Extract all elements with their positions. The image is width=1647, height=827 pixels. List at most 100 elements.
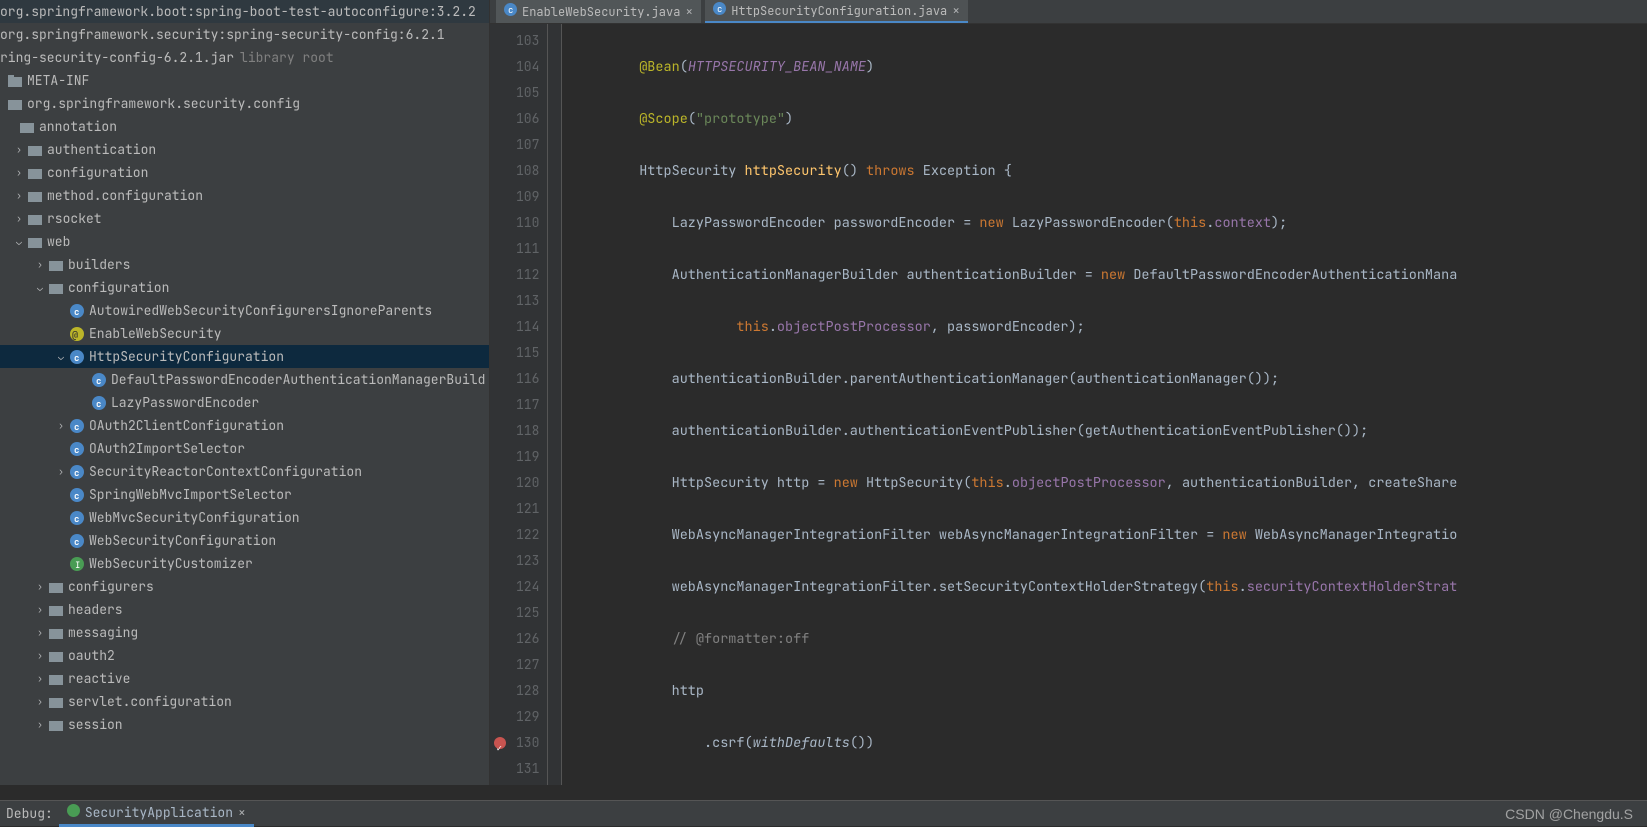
chevron-right-icon: › bbox=[12, 166, 26, 179]
line-number: 131 bbox=[516, 756, 539, 782]
line-number: 112 bbox=[516, 262, 539, 288]
lib-root-1[interactable]: org.springframework.boot:spring-boot-tes… bbox=[0, 0, 489, 23]
chevron-right-icon: › bbox=[33, 626, 47, 639]
class-httpsec[interactable]: ⌄ c HttpSecurityConfiguration bbox=[0, 345, 489, 368]
svg-text:c: c bbox=[74, 513, 79, 525]
class-reactor[interactable]: › c SecurityReactorContextConfiguration bbox=[0, 460, 489, 483]
folder-web-configuration[interactable]: ⌄ configuration bbox=[0, 276, 489, 299]
folder-icon bbox=[26, 236, 44, 248]
line-number: 120 bbox=[516, 470, 539, 496]
class-lazype[interactable]: c LazyPasswordEncoder bbox=[0, 391, 489, 414]
folder-metainf[interactable]: META-INF bbox=[0, 69, 489, 92]
class-oauth2c[interactable]: › c OAuth2ClientConfiguration bbox=[0, 414, 489, 437]
folder-configurers[interactable]: › configurers bbox=[0, 575, 489, 598]
svg-text:c: c bbox=[717, 3, 722, 15]
class-springmvc[interactable]: c SpringWebMvcImportSelector bbox=[0, 483, 489, 506]
chevron-right-icon: › bbox=[33, 695, 47, 708]
line-number: 117 bbox=[516, 392, 539, 418]
folder-servlet-conf[interactable]: › servlet.configuration bbox=[0, 690, 489, 713]
line-number: 115 bbox=[516, 340, 539, 366]
folder-messaging[interactable]: › messaging bbox=[0, 621, 489, 644]
folder-icon bbox=[18, 121, 36, 133]
folder-rsocket[interactable]: › rsocket bbox=[0, 207, 489, 230]
line-number: 128 bbox=[516, 678, 539, 704]
jar-root[interactable]: ring-security-config-6.2.1.jarlibrary ro… bbox=[0, 46, 489, 69]
breakpoint-icon[interactable] bbox=[494, 737, 506, 749]
chevron-right-icon: › bbox=[33, 718, 47, 731]
class-icon: c bbox=[68, 419, 86, 433]
svg-text:c: c bbox=[74, 306, 79, 318]
project-tree[interactable]: org.springframework.boot:spring-boot-tes… bbox=[0, 0, 490, 785]
folder-icon bbox=[47, 673, 65, 685]
svg-text:c: c bbox=[74, 467, 79, 479]
class-icon: c bbox=[504, 3, 517, 20]
folder-icon bbox=[47, 650, 65, 662]
tab-label: HttpSecurityConfiguration.java bbox=[731, 3, 947, 19]
folder-authentication[interactable]: › authentication bbox=[0, 138, 489, 161]
folder-method-conf[interactable]: › method.configuration bbox=[0, 184, 489, 207]
chevron-right-icon: › bbox=[12, 189, 26, 202]
folder-builders[interactable]: › builders bbox=[0, 253, 489, 276]
close-icon[interactable]: × bbox=[952, 2, 960, 19]
class-icon: c bbox=[68, 488, 86, 502]
debug-tab-securityapplication[interactable]: SecurityApplication × bbox=[59, 801, 254, 827]
class-icon: c bbox=[90, 396, 108, 410]
line-number: 106 bbox=[516, 106, 539, 132]
folder-reactive[interactable]: › reactive bbox=[0, 667, 489, 690]
folder-icon bbox=[26, 167, 44, 179]
class-websecc[interactable]: c WebSecurityConfiguration bbox=[0, 529, 489, 552]
class-webmvcc[interactable]: c WebMvcSecurityConfiguration bbox=[0, 506, 489, 529]
close-icon[interactable]: × bbox=[238, 804, 246, 821]
line-number: 127 bbox=[516, 652, 539, 678]
annotation-icon: @ bbox=[68, 327, 86, 341]
folder-icon bbox=[26, 213, 44, 225]
folder-oauth2[interactable]: › oauth2 bbox=[0, 644, 489, 667]
line-number: 121 bbox=[516, 496, 539, 522]
tab-httpsecurityconfiguration[interactable]: c HttpSecurityConfiguration.java × bbox=[705, 0, 968, 23]
line-number: 107 bbox=[516, 132, 539, 158]
class-icon: c bbox=[68, 511, 86, 525]
folder-session[interactable]: › session bbox=[0, 713, 489, 736]
class-oauth2i[interactable]: c OAuth2ImportSelector bbox=[0, 437, 489, 460]
chevron-right-icon: › bbox=[54, 465, 68, 478]
fold-column[interactable] bbox=[548, 24, 562, 785]
chevron-right-icon: › bbox=[33, 649, 47, 662]
line-number: 129 bbox=[516, 704, 539, 730]
tab-enablewebsecurity[interactable]: c EnableWebSecurity.java × bbox=[496, 0, 701, 23]
folder-configuration[interactable]: › configuration bbox=[0, 161, 489, 184]
line-number-gutter[interactable]: 103 104 105 106 107 108 109 110 111 112 … bbox=[490, 24, 548, 785]
svg-text:c: c bbox=[96, 375, 101, 387]
chevron-down-icon: ⌄ bbox=[33, 281, 47, 294]
editor-tabs: c EnableWebSecurity.java × c HttpSecurit… bbox=[490, 0, 1647, 24]
folder-headers[interactable]: › headers bbox=[0, 598, 489, 621]
class-enablews[interactable]: @ EnableWebSecurity bbox=[0, 322, 489, 345]
folder-icon bbox=[47, 581, 65, 593]
interface-webcust[interactable]: I WebSecurityCustomizer bbox=[0, 552, 489, 575]
svg-text:c: c bbox=[96, 398, 101, 410]
package-icon bbox=[6, 98, 24, 110]
folder-web[interactable]: ⌄ web bbox=[0, 230, 489, 253]
close-icon[interactable]: × bbox=[685, 3, 693, 20]
class-autowired[interactable]: c AutowiredWebSecurityConfigurersIgnoreP… bbox=[0, 299, 489, 322]
chevron-down-icon: ⌄ bbox=[54, 350, 68, 363]
svg-text:I: I bbox=[75, 559, 80, 571]
class-icon: c bbox=[68, 442, 86, 456]
folder-icon bbox=[47, 627, 65, 639]
line-number: 125 bbox=[516, 600, 539, 626]
svg-text:c: c bbox=[74, 421, 79, 433]
chevron-right-icon: › bbox=[12, 143, 26, 156]
tab-label: EnableWebSecurity.java bbox=[522, 4, 680, 20]
folder-pkg[interactable]: org.springframework.security.config bbox=[0, 92, 489, 115]
folder-annotation[interactable]: annotation bbox=[0, 115, 489, 138]
folder-icon bbox=[47, 282, 65, 294]
line-number: 118 bbox=[516, 418, 539, 444]
chevron-right-icon: › bbox=[12, 212, 26, 225]
line-number: 130 bbox=[516, 730, 539, 756]
lib-root-2[interactable]: org.springframework.security:spring-secu… bbox=[0, 23, 489, 46]
class-icon: c bbox=[68, 534, 86, 548]
folder-icon bbox=[26, 190, 44, 202]
code-editor[interactable]: @Bean(HTTPSECURITY_BEAN_NAME) @Scope("pr… bbox=[562, 24, 1647, 785]
class-defpw[interactable]: c DefaultPasswordEncoderAuthenticationMa… bbox=[0, 368, 489, 391]
class-icon: c bbox=[90, 373, 108, 387]
run-icon bbox=[67, 804, 80, 821]
